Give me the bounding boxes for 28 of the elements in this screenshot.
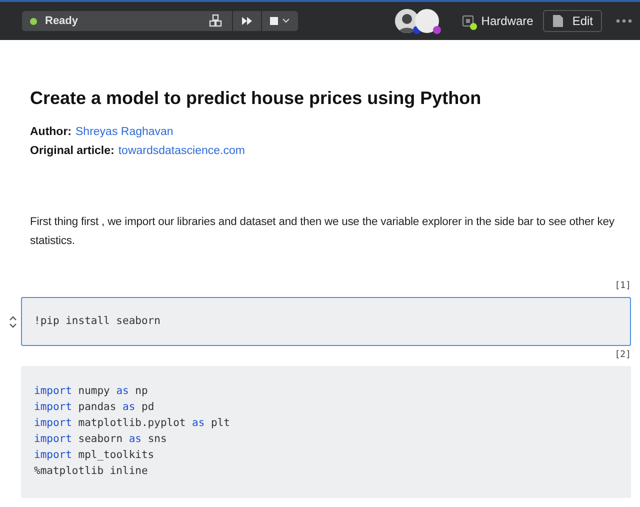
code-line: import matplotlib.pyplot as plt [34,416,231,431]
run-all-icon[interactable] [241,16,253,26]
move-cell-icon[interactable] [9,316,17,328]
meta-link[interactable]: Shreyas Raghavan [76,123,174,142]
hardware-label[interactable]: Hardware [481,14,534,28]
meta-link[interactable]: towardsdatascience.com [118,142,245,161]
avatar[interactable] [395,9,420,33]
code-line: %matplotlib inline [34,464,149,479]
edit-button[interactable]: Edit [543,10,602,32]
code-line: import mpl_toolkits [34,448,156,463]
cubes-icon[interactable] [208,14,224,28]
execution-count: [2] [614,349,631,362]
meta-label: Original article: [30,144,114,159]
code-cell[interactable]: !pip install seaborn [21,297,631,346]
more-icon[interactable] [616,19,632,23]
code-line: import numpy as np [34,384,149,399]
code-line: import pandas as pd [34,400,156,415]
code-line: !pip install seaborn [34,314,162,329]
code-cell[interactable]: import numpy as np import pandas as pd import matplotlib.pyplot as plt import seaborn as sns import mpl_toolkits %matplotlib inline [21,366,631,498]
paragraph: First thing first , we import our libraries and dataset and then we use the variable explorer in the side bar to see other key statistics. [30,215,616,249]
code-line: import seaborn as sns [34,432,168,447]
notebook-title: Create a model to predict house prices using Python [30,88,482,109]
meta-label: Author: [30,125,72,140]
stop-dropdown-icon[interactable] [270,16,292,26]
kernel-status: Ready [45,15,78,27]
execution-count: [1] [614,280,631,293]
avatar[interactable] [415,9,440,33]
document-icon [552,14,564,28]
